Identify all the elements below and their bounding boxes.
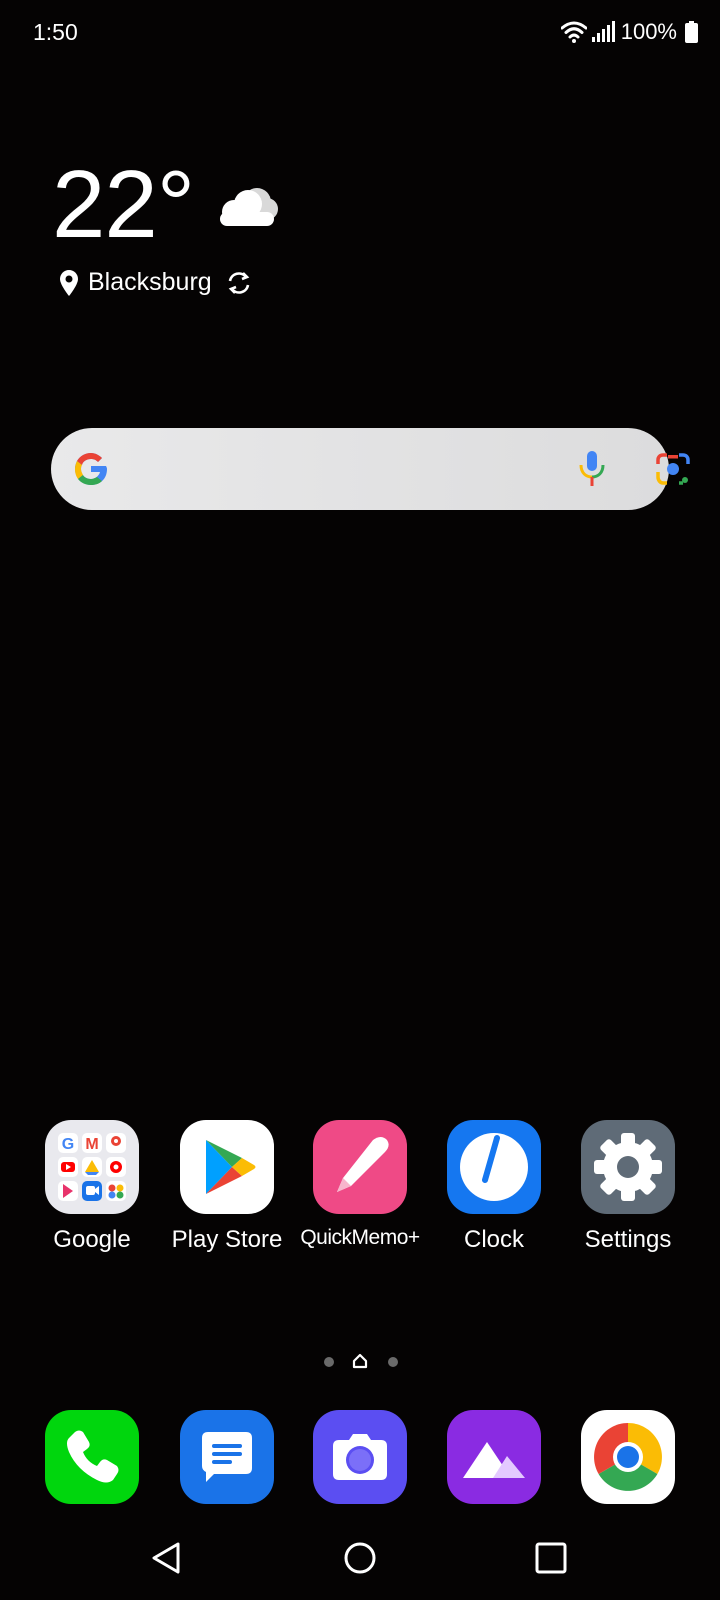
google-search-bar[interactable] [51,428,690,510]
page-dot [388,1357,398,1367]
google-g-icon [75,453,107,485]
navigation-bar [0,1520,720,1600]
recents-icon[interactable] [511,1520,591,1600]
settings-gear-icon [581,1120,675,1214]
location-name: Blacksburg [88,268,212,296]
dock-chrome[interactable] [561,1410,695,1504]
svg-text:G: G [62,1136,74,1153]
dock-phone[interactable] [25,1410,159,1504]
status-time: 1:50 [33,19,78,45]
dock-camera[interactable] [293,1410,427,1504]
app-label: QuickMemo+ [300,1226,420,1249]
microphone-icon[interactable] [578,449,606,489]
back-icon[interactable] [129,1520,209,1600]
play-store-icon [180,1120,274,1214]
camera-icon [313,1410,407,1504]
app-label: Settings [584,1226,672,1253]
app-label: Clock [463,1226,524,1253]
gallery-icon [447,1410,541,1504]
status-icons: 100% [560,18,698,46]
weather-widget[interactable]: 22° Blacksburg [52,150,278,296]
app-label: Play Store [171,1226,283,1253]
app-google-folder[interactable]: G M Google [25,1120,159,1254]
signal-icon [591,21,615,42]
status-bar: 1:50 100% [0,0,720,66]
phone-icon [45,1410,139,1504]
chrome-icon [581,1410,675,1504]
battery-icon [685,21,698,43]
wifi-icon [560,21,587,43]
app-label: Google [53,1226,131,1253]
page-dot [324,1357,334,1367]
google-folder-icon: G M [45,1120,139,1214]
app-play-store[interactable]: Play Store [160,1120,294,1254]
app-quickmemo[interactable]: QuickMemo+ [293,1120,427,1250]
messages-icon [180,1410,274,1504]
home-icon[interactable] [320,1520,400,1600]
location-row[interactable]: Blacksburg [60,268,252,297]
clock-icon [447,1120,541,1214]
page-indicator [0,1352,720,1372]
quickmemo-icon [313,1120,407,1214]
cloud-icon [220,188,278,226]
svg-text:M: M [85,1136,98,1153]
dock-messages[interactable] [160,1410,294,1504]
app-clock[interactable]: Clock [427,1120,561,1254]
battery-percent: 100% [620,19,677,44]
home-page-icon [352,1353,368,1369]
location-pin-icon [60,269,78,296]
google-lens-icon[interactable] [655,452,691,486]
temperature: 22° [52,151,195,258]
app-settings[interactable]: Settings [561,1120,695,1254]
dock-gallery[interactable] [427,1410,561,1504]
refresh-icon[interactable] [226,270,252,296]
